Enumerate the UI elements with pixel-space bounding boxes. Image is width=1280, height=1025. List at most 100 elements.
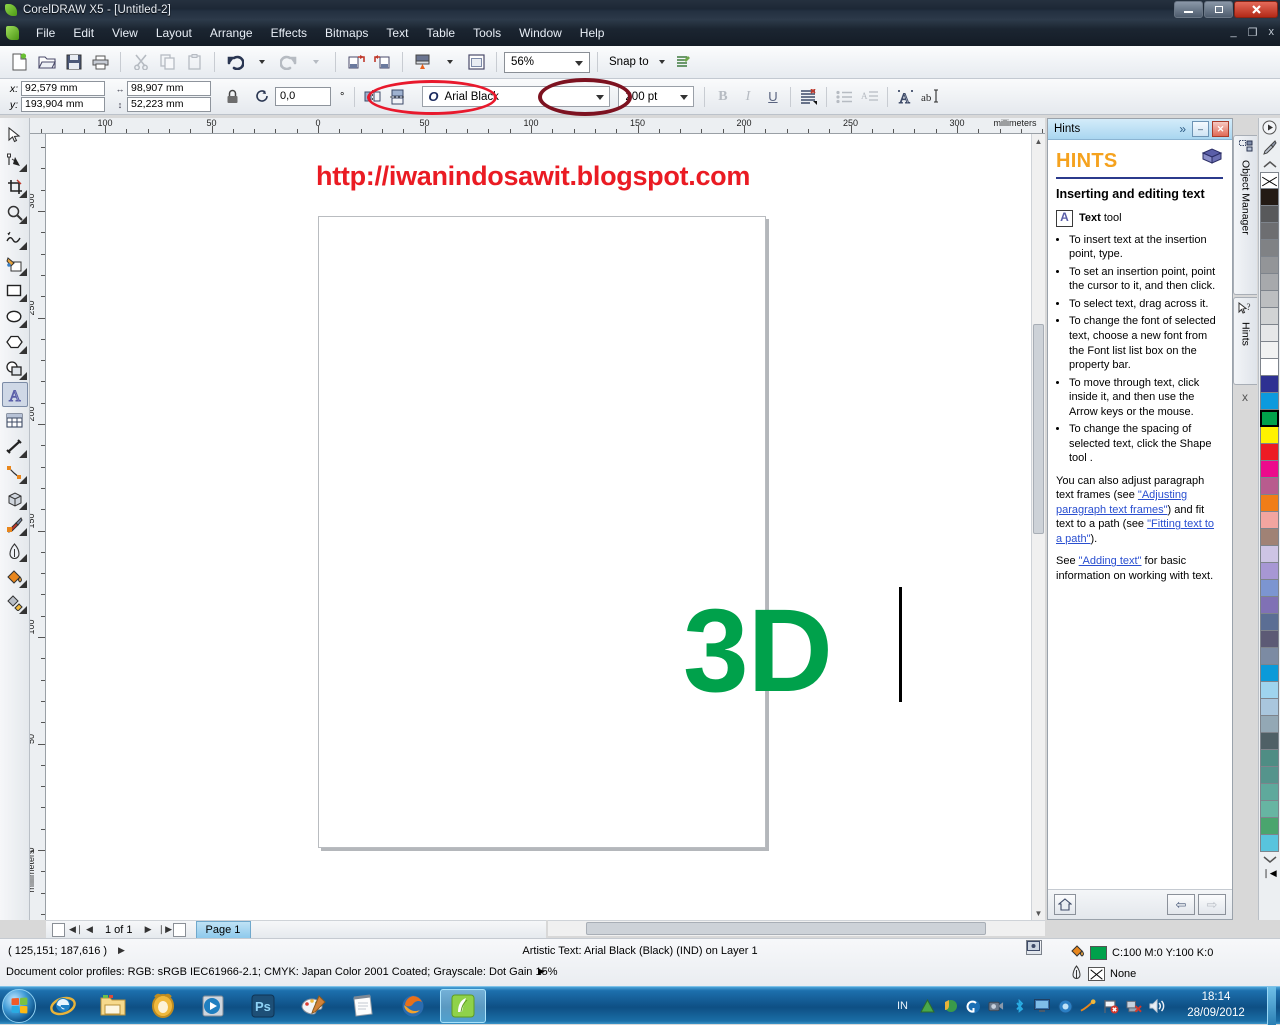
outline-tool[interactable] <box>2 538 28 563</box>
canvas-vertical-scrollbar[interactable]: ▲ ▼ <box>1031 134 1045 920</box>
eyedropper-icon[interactable] <box>1262 140 1277 158</box>
palette-swatch-magenta[interactable] <box>1260 461 1279 478</box>
document-page[interactable]: 3D <box>318 216 902 848</box>
palette-swatch-pale-violet[interactable] <box>1260 546 1279 563</box>
camera-icon[interactable] <box>988 998 1004 1014</box>
shield-globe-icon[interactable] <box>942 998 958 1014</box>
palette-swatch-sea-green[interactable] <box>1260 767 1279 784</box>
shape-tool[interactable] <box>2 148 28 173</box>
palette-swatch-mauve[interactable] <box>1260 478 1279 495</box>
lock-ratio-icon[interactable] <box>220 84 245 109</box>
basic-shapes-tool[interactable] <box>2 356 28 381</box>
palette-swatch-taupe[interactable] <box>1260 529 1279 546</box>
palette-swatch-dark-slate[interactable] <box>1260 631 1279 648</box>
drawing-canvas[interactable]: http://iwanindosawit.blogspot.com 3D <box>46 134 1031 920</box>
comet-icon[interactable] <box>1080 998 1096 1014</box>
publish-pdf-button[interactable] <box>410 50 435 75</box>
rectangle-tool[interactable] <box>2 278 28 303</box>
drop-cap-icon[interactable]: A <box>857 84 882 109</box>
text-tool[interactable]: A <box>1 382 28 407</box>
language-indicator[interactable]: IN <box>897 1000 908 1012</box>
fill-color-status[interactable]: C:100 M:0 Y:100 K:0 <box>1070 944 1213 962</box>
palette-swatch-violet[interactable] <box>1260 597 1279 614</box>
vertical-ruler[interactable]: 300250200150100500millimeters <box>30 134 46 920</box>
bluetooth-icon[interactable] <box>1011 998 1027 1014</box>
palette-swatch-pale-blue[interactable] <box>1260 682 1279 699</box>
docker-close-button[interactable]: ✕ <box>1212 121 1229 137</box>
export-button[interactable] <box>370 50 395 75</box>
connector-tool[interactable] <box>2 460 28 485</box>
start-button[interactable] <box>2 988 36 1023</box>
palette-swatch-steel-blue[interactable] <box>1260 716 1279 733</box>
new-document-button[interactable] <box>7 50 32 75</box>
docker-expand-icon[interactable]: » <box>1179 122 1186 136</box>
paste-button[interactable] <box>182 50 207 75</box>
taskbar-item-firefox[interactable] <box>390 989 436 1023</box>
palette-swatch-gray-70[interactable] <box>1260 240 1279 257</box>
import-button[interactable] <box>343 50 368 75</box>
vertical-scroll-thumb[interactable] <box>1033 324 1044 534</box>
home-icon[interactable] <box>1054 894 1076 915</box>
palette-swatch-aqua[interactable] <box>1260 835 1279 852</box>
palette-swatch-green[interactable] <box>1260 410 1279 427</box>
palette-swatch-blue-gray[interactable] <box>1260 648 1279 665</box>
monitor-icon[interactable] <box>1034 998 1050 1014</box>
palette-swatch-orange[interactable] <box>1260 495 1279 512</box>
document-close-button[interactable]: x <box>1269 26 1275 39</box>
close-button[interactable] <box>1234 1 1278 18</box>
palette-swatch-red[interactable] <box>1260 444 1279 461</box>
font-name-combobox[interactable]: O Arial Black <box>422 86 611 107</box>
taskbar-item-windows-explorer[interactable] <box>90 989 136 1023</box>
palette-swatch-black[interactable] <box>1260 189 1279 206</box>
taskbar-item-notepad[interactable] <box>340 989 386 1023</box>
taskbar-clock[interactable]: 18:14 28/09/2012 <box>1172 990 1260 1021</box>
palette-swatch-dark-blue[interactable] <box>1260 376 1279 393</box>
freehand-tool[interactable] <box>2 226 28 251</box>
dimension-tool[interactable] <box>2 434 28 459</box>
polygon-tool[interactable] <box>2 330 28 355</box>
link-adding-text[interactable]: "Adding text" <box>1079 555 1142 567</box>
palette-swatch-white[interactable] <box>1260 359 1279 376</box>
palette-swatch-sky-blue[interactable] <box>1260 665 1279 682</box>
minimize-button[interactable] <box>1174 1 1203 18</box>
palette-swatch-slate-blue[interactable] <box>1260 614 1279 631</box>
play-icon[interactable] <box>1262 120 1277 138</box>
redo-button[interactable] <box>276 50 301 75</box>
palette-swatch-dark-gray-90[interactable] <box>1260 206 1279 223</box>
mirror-horizontal-icon[interactable] <box>360 84 385 109</box>
first-page-button[interactable]: ◀❘ <box>69 924 83 935</box>
color-eyedropper-tool[interactable] <box>2 512 28 537</box>
blue-circle-icon[interactable] <box>1057 998 1073 1014</box>
bold-button[interactable]: B <box>710 84 735 109</box>
scroll-down-arrow[interactable]: ▼ <box>1032 906 1045 920</box>
copy-button[interactable] <box>155 50 180 75</box>
character-format-icon[interactable]: A <box>893 84 918 109</box>
palette-swatch-light-pink[interactable] <box>1260 512 1279 529</box>
open-folder-button[interactable] <box>34 50 59 75</box>
undo-dropdown[interactable] <box>249 50 274 75</box>
menu-arrange[interactable]: Arrange <box>201 23 262 43</box>
outline-color-status[interactable]: None <box>1070 965 1136 983</box>
docker-tab-object-manager[interactable]: Object Manager <box>1233 135 1257 295</box>
table-tool[interactable] <box>2 408 28 433</box>
pick-tool[interactable] <box>2 122 28 147</box>
horizontal-ruler[interactable]: 100 50 0 50 100 150 200 250 300 millimeters <box>30 118 1045 134</box>
palette-swatch-gray-20[interactable] <box>1260 325 1279 342</box>
palette-swatch-mint[interactable] <box>1260 801 1279 818</box>
previous-page-button[interactable]: ◀ <box>84 924 95 935</box>
menu-text[interactable]: Text <box>377 23 417 43</box>
redo-dropdown[interactable] <box>303 50 328 75</box>
show-desktop-button[interactable] <box>1267 987 1276 1025</box>
menu-edit[interactable]: Edit <box>64 23 103 43</box>
palette-swatch-light-violet[interactable] <box>1260 563 1279 580</box>
network-error-icon[interactable] <box>1126 998 1142 1014</box>
options-button[interactable] <box>671 50 696 75</box>
next-page-button[interactable]: ▶ <box>143 924 154 935</box>
palette-swatch-yellow[interactable] <box>1260 427 1279 444</box>
scroll-up-arrow[interactable]: ▲ <box>1032 134 1045 148</box>
snap-to-chevron-icon[interactable] <box>658 60 665 64</box>
cut-button[interactable] <box>128 50 153 75</box>
hints-back-button[interactable]: ⇦ <box>1167 894 1195 915</box>
palette-expand-button[interactable]: ❘◀ <box>1262 868 1276 879</box>
palette-swatch-gray-10[interactable] <box>1260 342 1279 359</box>
